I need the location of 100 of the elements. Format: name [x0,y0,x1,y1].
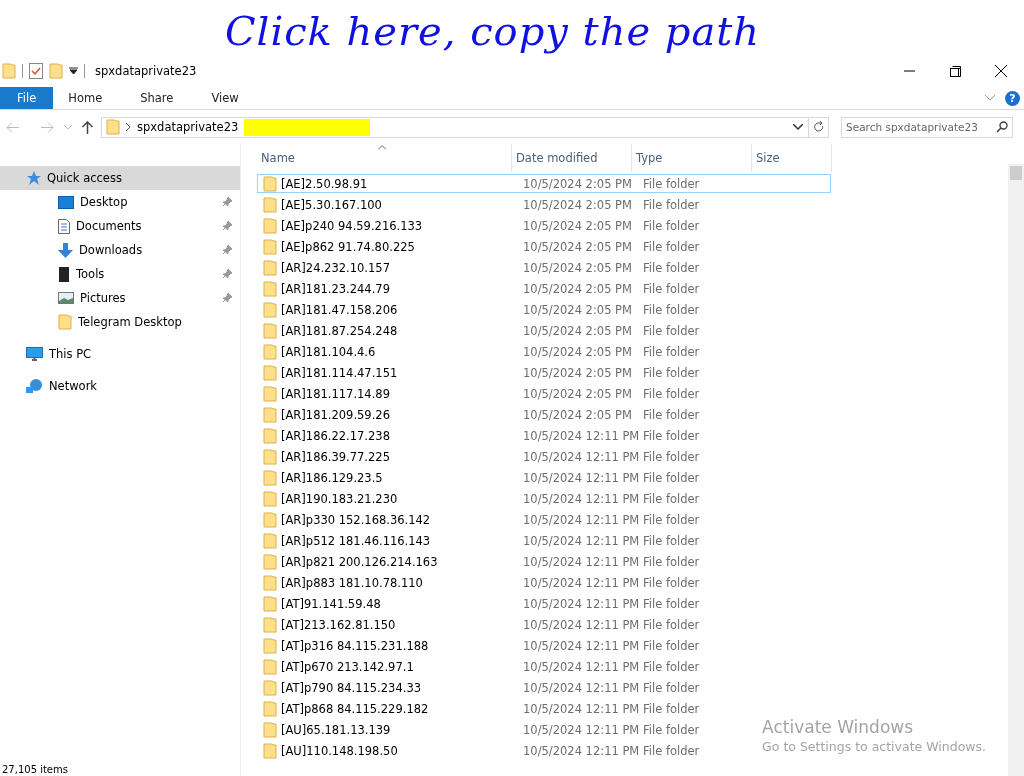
file-name: [AR]p821 200.126.214.163 [281,554,439,569]
file-row[interactable]: [AR]186.22.17.238 10/5/2024 12:11 PM File folder [257,426,764,445]
down-arrow-icon [58,242,73,258]
file-row[interactable]: [AT]213.162.81.150 10/5/2024 12:11 PM File folder [257,615,764,634]
date-cell-text: 10/5/2024 12:11 PM [523,554,641,569]
type-cell-text: File folder [643,407,701,422]
pin-icon[interactable] [222,221,232,231]
folder-icon [263,196,277,213]
file-name: [AT]p790 84.115.234.33 [281,680,422,695]
pin-icon[interactable] [222,245,232,255]
file-row[interactable]: [AR]186.39.77.225 10/5/2024 12:11 PM File folder [257,447,764,466]
folder-icon [263,511,277,528]
type-cell-text: File folder [643,302,701,317]
file-menu-tab[interactable]: File [0,87,54,109]
file-row[interactable]: [AR]p512 181.46.116.143 10/5/2024 12:11 PM File folder [257,531,764,550]
nav-item[interactable]: Tools [0,262,240,286]
file-row[interactable]: [AR]181.209.59.26 10/5/2024 2:05 PM File folder [257,405,764,424]
date-cell-text: 10/5/2024 2:05 PM [523,197,633,212]
up-arrow-icon[interactable] [82,120,93,134]
file-name: [AR]186.129.23.5 [281,470,384,485]
date-cell-text: 10/5/2024 12:11 PM [523,449,641,464]
file-row[interactable]: [AR]181.104.4.6 10/5/2024 2:05 PM File folder [257,342,764,361]
folder-icon [263,217,277,234]
folder-icon [263,469,277,486]
file-row[interactable]: [AR]p821 200.126.214.163 10/5/2024 12:11 PM File folder [257,552,764,571]
ribbon-tab[interactable]: View [196,87,254,109]
file-row[interactable]: [AU]110.148.198.50 10/5/2024 12:11 PM File folder [257,741,764,760]
pin-icon[interactable] [222,269,232,279]
file-row[interactable]: [AT]p868 84.115.229.182 10/5/2024 12:11 PM File folder [257,699,764,718]
type-cell-text: File folder [643,386,701,401]
folder-icon [263,595,277,612]
ribbon-tab[interactable]: Home [53,87,118,109]
file-row[interactable]: [AT]91.141.59.48 10/5/2024 12:11 PM File folder [257,594,764,613]
nav-item[interactable]: Quick access [0,166,240,190]
breadcrumb[interactable]: spxdataprivate23 [137,120,239,134]
folder-icon [263,658,277,675]
column-header[interactable]: Size [752,144,832,172]
nav-item[interactable]: This PC [0,342,240,366]
file-row[interactable]: [AE]5.30.167.100 10/5/2024 2:05 PM File folder [257,195,764,214]
file-row[interactable]: [AR]181.114.47.151 10/5/2024 2:05 PM File folder [257,363,764,382]
file-name: [AE]5.30.167.100 [281,197,383,212]
file-row[interactable]: [AT]p790 84.115.234.33 10/5/2024 12:11 PM File folder [257,678,764,697]
file-row[interactable]: [AR]p330 152.168.36.142 10/5/2024 12:11 PM File folder [257,510,764,529]
file-row[interactable]: [AR]181.87.254.248 10/5/2024 2:05 PM File folder [257,321,764,340]
minimize-icon [903,70,915,72]
file-row[interactable]: [AR]190.183.21.230 10/5/2024 12:11 PM File folder [257,489,764,508]
pin-icon[interactable] [222,197,232,207]
file-name: [AT]91.141.59.48 [281,596,382,611]
nav-item[interactable]: Desktop [0,190,240,214]
nav-item[interactable]: Downloads [0,238,240,262]
file-row[interactable]: [AE]2.50.98.91 10/5/2024 2:05 PM File folder [257,174,831,193]
type-cell-text: File folder [643,260,701,275]
folder-icon [263,280,277,297]
column-header[interactable]: Type [632,144,752,172]
file-name: [AR]181.87.254.248 [281,323,399,338]
help-button[interactable]: ? [1005,90,1020,106]
scrollbar[interactable] [1008,164,1024,776]
forward-arrow-icon[interactable] [41,121,54,133]
column-header[interactable]: Name [257,144,512,172]
column-header[interactable]: Date modified [512,144,632,172]
file-row[interactable]: [AR]24.232.10.157 10/5/2024 2:05 PM File folder [257,258,764,277]
file-row[interactable]: [AR]186.129.23.5 10/5/2024 12:11 PM File folder [257,468,764,487]
file-row[interactable]: [AT]p316 84.115.231.188 10/5/2024 12:11 PM File folder [257,636,764,655]
type-cell-text: File folder [643,470,701,485]
date-cell-text: 10/5/2024 12:11 PM [523,638,641,653]
file-row[interactable]: [AR]181.117.14.89 10/5/2024 2:05 PM File folder [257,384,764,403]
nav-item[interactable]: Network [0,374,240,398]
type-cell-text: File folder [643,575,701,590]
nav-item[interactable]: Pictures [0,286,240,310]
folder-icon [263,553,277,570]
date-cell-text: 10/5/2024 12:11 PM [523,575,641,590]
date-cell-text: 10/5/2024 2:05 PM [523,218,633,233]
file-row[interactable]: [AR]181.47.158.206 10/5/2024 2:05 PM File folder [257,300,764,319]
file-row[interactable]: [AT]p670 213.142.97.1 10/5/2024 12:11 PM File folder [257,657,764,676]
address-bar[interactable]: spxdataprivate23 [101,116,829,138]
ribbon-tab[interactable]: Share [125,87,189,109]
date-cell-text: 10/5/2024 2:05 PM [523,281,633,296]
chevron-icon[interactable] [793,124,803,130]
network-icon [26,378,43,394]
chevron-right-icon [126,123,131,131]
monitor-icon [26,346,43,362]
folder-icon [263,175,277,192]
file-row[interactable]: [AR]p883 181.10.78.110 10/5/2024 12:11 PM File folder [257,573,764,592]
nav-item[interactable]: Documents [0,214,240,238]
back-arrow-icon[interactable] [6,121,19,133]
type-cell-text: File folder [643,722,701,737]
file-row[interactable]: [AE]p862 91.74.80.225 10/5/2024 2:05 PM File folder [257,237,764,256]
date-cell-text: 10/5/2024 2:05 PM [523,344,633,359]
type-cell-text: File folder [643,428,701,443]
pin-icon[interactable] [222,293,232,303]
nav-item[interactable]: Telegram Desktop [0,310,240,334]
file-row[interactable]: [AE]p240 94.59.216.133 10/5/2024 2:05 PM File folder [257,216,764,235]
type-cell-text: File folder [643,197,701,212]
type-cell-text: File folder [643,176,701,191]
properties-icon[interactable] [29,63,43,79]
dropdown-icon[interactable] [69,67,78,75]
search-field[interactable]: Search spxdataprivate23 [841,116,1013,138]
file-row[interactable]: [AR]181.23.244.79 10/5/2024 2:05 PM File folder [257,279,764,298]
file-name: [AR]p883 181.10.78.110 [281,575,424,590]
file-name: [AE]2.50.98.91 [281,176,369,191]
